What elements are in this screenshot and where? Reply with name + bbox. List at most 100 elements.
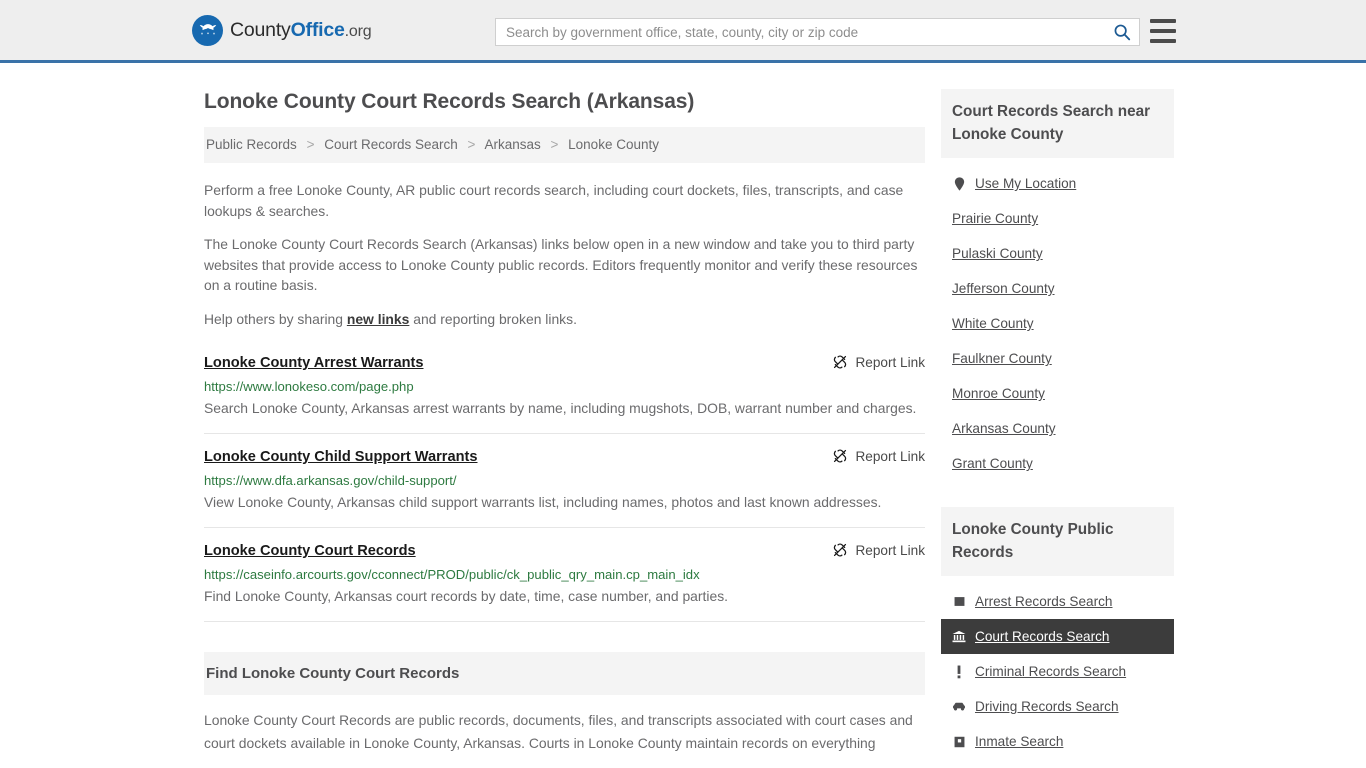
result-title-link[interactable]: Lonoke County Arrest Warrants: [204, 353, 423, 373]
sidebar-item-arkansas-county[interactable]: Arkansas County: [941, 411, 1174, 446]
breadcrumb: Public Records > Court Records Search > …: [204, 127, 925, 163]
sidebar-item-label: Jefferson County: [952, 281, 1055, 296]
list-item: Inmate Search: [941, 724, 1174, 759]
location-pin-icon: [952, 176, 966, 191]
list-item: Use My Location: [941, 166, 1174, 201]
sidebar-item-monroe-county[interactable]: Monroe County: [941, 376, 1174, 411]
list-item: Arkansas County: [941, 411, 1174, 446]
sidebar-item-label: Grant County: [952, 456, 1033, 471]
search-input[interactable]: [496, 19, 1105, 45]
report-link-label: Report Link: [855, 448, 925, 464]
breadcrumb-item-arkansas[interactable]: Arkansas: [484, 137, 540, 152]
broken-link-icon: [834, 543, 847, 557]
site-header: CountyOffice.org: [0, 0, 1366, 63]
broken-link-icon: [834, 449, 847, 463]
sidebar-item-faulkner-county[interactable]: Faulkner County: [941, 341, 1174, 376]
find-records-body: Lonoke County Court Records are public r…: [204, 712, 913, 751]
menu-bar-2: [1150, 29, 1176, 33]
breadcrumb-separator: >: [550, 137, 559, 152]
public-records-card: Lonoke County Public Records Arrest Reco…: [941, 507, 1174, 759]
report-link-button[interactable]: Report Link: [832, 353, 925, 370]
report-link-label: Report Link: [855, 354, 925, 370]
sidebar-item-label: Driving Records Search: [975, 699, 1119, 714]
car-icon: [952, 701, 966, 712]
sidebar-item-jefferson-county[interactable]: Jefferson County: [941, 271, 1174, 306]
sidebar-item-criminal-records-search[interactable]: Criminal Records Search: [941, 654, 1174, 689]
main-column: Lonoke County Court Records Search (Arka…: [204, 63, 925, 759]
public-records-list: Arrest Records Search Court Records Sear…: [941, 576, 1174, 759]
jail-icon: [952, 736, 966, 748]
site-logo[interactable]: CountyOffice.org: [192, 14, 372, 46]
sidebar-item-arrest-records-search[interactable]: Arrest Records Search: [941, 584, 1174, 619]
sidebar-item-white-county[interactable]: White County: [941, 306, 1174, 341]
breadcrumb-item-court-records-search[interactable]: Court Records Search: [324, 137, 458, 152]
sidebar-item-prairie-county[interactable]: Prairie County: [941, 201, 1174, 236]
new-links-link[interactable]: new links: [347, 311, 410, 327]
list-item: Pulaski County: [941, 236, 1174, 271]
list-item: Grant County: [941, 446, 1174, 481]
result-item: Lonoke County Child Support Warrants Rep…: [204, 434, 925, 528]
sidebar-item-driving-records-search[interactable]: Driving Records Search: [941, 689, 1174, 724]
intro-p3-before: Help others by sharing: [204, 310, 347, 327]
menu-bar-1: [1150, 19, 1176, 23]
intro-paragraph-1: Perform a free Lonoke County, AR public …: [204, 182, 904, 219]
exclamation-icon: [952, 665, 966, 679]
sidebar-item-label: Arrest Records Search: [975, 594, 1113, 609]
breadcrumb-item-public-records[interactable]: Public Records: [206, 137, 297, 152]
list-item: Driving Records Search: [941, 689, 1174, 724]
sidebar-item-grant-county[interactable]: Grant County: [941, 446, 1174, 481]
report-link-label: Report Link: [855, 542, 925, 558]
search-button[interactable]: [1105, 19, 1139, 45]
logo-text: CountyOffice.org: [230, 19, 372, 42]
square-icon: [952, 596, 966, 607]
sidebar-item-label: Pulaski County: [952, 246, 1043, 261]
report-link-button[interactable]: Report Link: [832, 541, 925, 558]
courthouse-icon: [952, 630, 966, 643]
list-item: Jefferson County: [941, 271, 1174, 306]
result-header: Lonoke County Child Support Warrants Rep…: [204, 447, 925, 467]
sidebar-item-use-my-location[interactable]: Use My Location: [941, 166, 1174, 201]
hamburger-menu-icon[interactable]: [1150, 19, 1176, 43]
result-url[interactable]: https://www.dfa.arkansas.gov/child-suppo…: [204, 472, 925, 489]
find-records-heading: Find Lonoke County Court Records: [204, 652, 925, 695]
result-title-link[interactable]: Lonoke County Court Records: [204, 541, 416, 561]
sidebar-item-label: Inmate Search: [975, 734, 1064, 749]
sidebar-item-label: Use My Location: [975, 176, 1077, 191]
list-item: Faulkner County: [941, 341, 1174, 376]
list-item: Arrest Records Search: [941, 584, 1174, 619]
nearby-search-card: Court Records Search near Lonoke County …: [941, 89, 1174, 481]
sidebar-item-inmate-search[interactable]: Inmate Search: [941, 724, 1174, 759]
public-records-heading: Lonoke County Public Records: [941, 507, 1174, 576]
sidebar: Court Records Search near Lonoke County …: [941, 63, 1174, 759]
list-item: Court Records Search: [941, 619, 1174, 654]
result-url[interactable]: https://caseinfo.arcourts.gov/cconnect/P…: [204, 566, 925, 583]
intro-paragraph-2: The Lonoke County Court Records Search (…: [204, 236, 918, 293]
intro-p3-after: and reporting broken links.: [409, 310, 577, 327]
intro-paragraph-3: Help others by sharing new links and rep…: [204, 309, 925, 330]
result-description: Search Lonoke County, Arkansas arrest wa…: [204, 400, 917, 416]
breadcrumb-item-lonoke-county[interactable]: Lonoke County: [568, 137, 659, 152]
logo-text-org: .org: [344, 22, 372, 40]
results-list: Lonoke County Arrest Warrants Report Lin…: [204, 353, 925, 622]
result-title-link[interactable]: Lonoke County Child Support Warrants: [204, 447, 478, 467]
eagle-emblem-icon: [192, 14, 223, 46]
intro-text: Perform a free Lonoke County, AR public …: [204, 180, 925, 329]
sidebar-item-label: White County: [952, 316, 1034, 331]
result-header: Lonoke County Arrest Warrants Report Lin…: [204, 353, 925, 373]
broken-link-icon: [834, 355, 847, 369]
page-title: Lonoke County Court Records Search (Arka…: [204, 90, 695, 113]
sidebar-item-pulaski-county[interactable]: Pulaski County: [941, 236, 1174, 271]
search-bar: [495, 18, 1140, 46]
search-icon: [1114, 24, 1131, 41]
report-link-button[interactable]: Report Link: [832, 447, 925, 464]
list-item: Criminal Records Search: [941, 654, 1174, 689]
sidebar-item-label: Arkansas County: [952, 421, 1056, 436]
sidebar-item-label: Criminal Records Search: [975, 664, 1127, 679]
sidebar-item-label: Faulkner County: [952, 351, 1052, 366]
sidebar-item-court-records-search[interactable]: Court Records Search: [941, 619, 1174, 654]
result-url[interactable]: https://www.lonokeso.com/page.php: [204, 378, 925, 395]
breadcrumb-separator: >: [467, 137, 476, 152]
result-description: Find Lonoke County, Arkansas court recor…: [204, 588, 729, 604]
page-container: Lonoke County Court Records Search (Arka…: [0, 63, 1366, 759]
sidebar-item-label: Prairie County: [952, 211, 1039, 226]
